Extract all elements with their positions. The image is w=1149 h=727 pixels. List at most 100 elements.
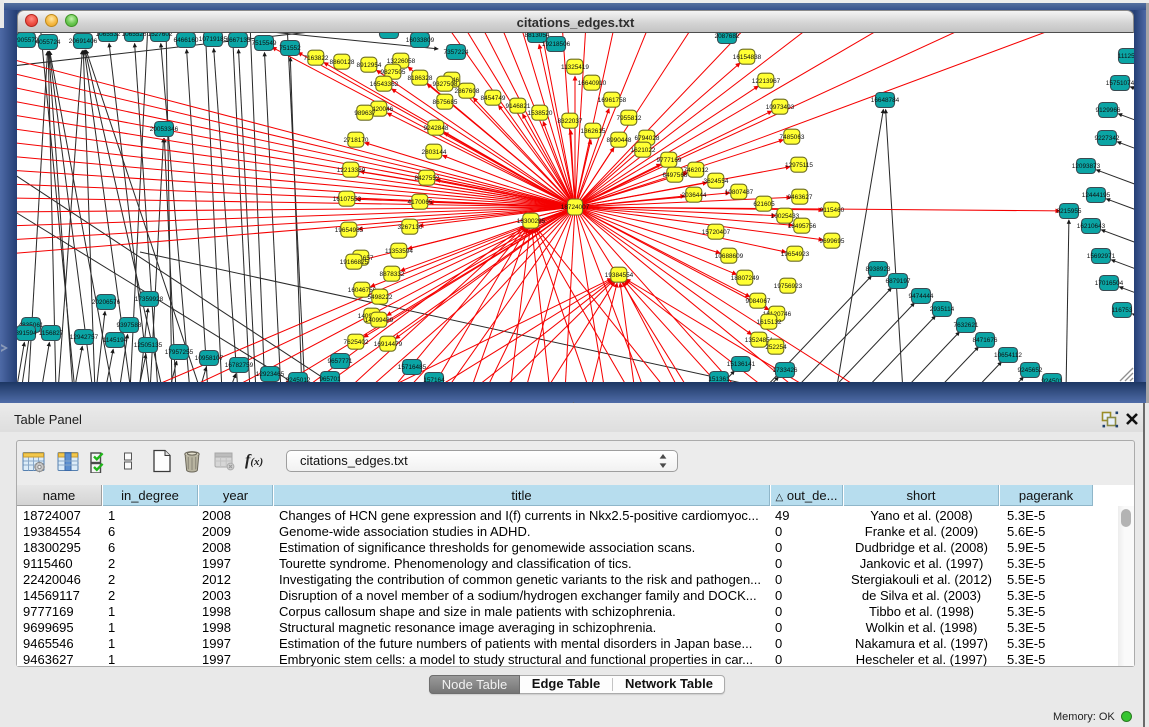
svg-text:15692971: 15692971 xyxy=(1087,253,1116,260)
svg-text:9474444: 9474444 xyxy=(909,293,934,300)
svg-text:391594: 391594 xyxy=(17,330,37,337)
svg-text:1667135: 1667135 xyxy=(226,37,251,44)
svg-text:8990448: 8990448 xyxy=(607,137,632,144)
svg-text:7515549: 7515549 xyxy=(252,40,277,47)
svg-text:3267130: 3267130 xyxy=(398,224,423,231)
svg-text:1145194: 1145194 xyxy=(103,337,128,344)
svg-text:7462012: 7462012 xyxy=(684,167,709,174)
svg-text:11353594: 11353594 xyxy=(385,248,413,255)
svg-text:9657771: 9657771 xyxy=(328,358,353,365)
svg-text:10958107: 10958107 xyxy=(195,355,224,362)
svg-text:16543362: 16543362 xyxy=(370,81,399,88)
svg-text:7632621: 7632621 xyxy=(954,322,979,329)
svg-text:8427552: 8427552 xyxy=(415,175,440,182)
svg-text:11325419: 11325419 xyxy=(561,64,589,71)
svg-text:19166825: 19166825 xyxy=(340,259,369,266)
svg-text:1362615: 1362615 xyxy=(581,128,606,135)
svg-text:8471676: 8471676 xyxy=(973,337,998,344)
svg-text:16640910: 16640910 xyxy=(578,80,607,87)
svg-text:8912954: 8912954 xyxy=(357,62,382,69)
svg-text:8878332: 8878332 xyxy=(380,271,405,278)
svg-text:1615132: 1615132 xyxy=(757,319,782,326)
svg-text:9777169: 9777169 xyxy=(657,157,682,164)
svg-text:6794028: 6794028 xyxy=(635,135,660,142)
svg-text:1156827: 1156827 xyxy=(39,330,64,337)
svg-text:8813054: 8813054 xyxy=(525,33,550,39)
svg-text:18300295: 18300295 xyxy=(517,218,546,225)
svg-text:14099489: 14099489 xyxy=(365,317,394,324)
svg-text:1065532: 1065532 xyxy=(96,33,121,38)
svg-text:9146821: 9146821 xyxy=(506,103,531,110)
svg-text:151361: 151361 xyxy=(708,376,730,382)
svg-text:9242848: 9242848 xyxy=(424,125,449,132)
svg-text:8454749: 8454749 xyxy=(481,95,506,102)
svg-text:20053346: 20053346 xyxy=(150,126,179,133)
svg-text:18724007: 18724007 xyxy=(561,204,590,211)
svg-text:2087682: 2087682 xyxy=(715,33,740,40)
svg-text:751552: 751552 xyxy=(279,45,301,52)
svg-text:10807487: 10807487 xyxy=(725,189,754,196)
svg-text:6466160: 6466160 xyxy=(174,37,199,44)
svg-text:9115460: 9115460 xyxy=(820,207,845,214)
svg-text:8186328: 8186328 xyxy=(408,75,433,82)
svg-text:20691406: 20691406 xyxy=(69,38,98,45)
svg-text:17016504: 17016504 xyxy=(1095,280,1124,287)
svg-text:252254: 252254 xyxy=(765,344,787,351)
svg-text:5498222: 5498222 xyxy=(368,294,393,301)
svg-text:10688609: 10688609 xyxy=(715,253,744,260)
svg-text:18495756: 18495756 xyxy=(788,223,817,230)
svg-text:19654985: 19654985 xyxy=(335,227,364,234)
svg-text:12444195: 12444195 xyxy=(1082,192,1111,199)
svg-text:16154838: 16154838 xyxy=(733,54,762,61)
svg-text:2935114: 2935114 xyxy=(930,306,955,313)
svg-text:157164: 157164 xyxy=(423,377,445,382)
svg-text:10719185: 10719185 xyxy=(199,36,228,43)
svg-text:9397588: 9397588 xyxy=(117,322,142,329)
svg-text:9245012: 9245012 xyxy=(286,377,311,382)
svg-text:8215955: 8215955 xyxy=(1057,208,1082,215)
svg-text:924501: 924501 xyxy=(1041,378,1063,382)
svg-text:9084067: 9084067 xyxy=(746,298,771,305)
svg-text:18807249: 18807249 xyxy=(731,275,760,282)
svg-text:9245652: 9245652 xyxy=(1018,367,1043,374)
svg-text:19384554: 19384554 xyxy=(605,272,634,279)
svg-text:621605: 621605 xyxy=(753,201,775,208)
svg-text:8938923: 8938923 xyxy=(866,266,891,273)
svg-text:12505135: 12505135 xyxy=(134,342,163,349)
svg-text:10973493: 10973493 xyxy=(766,104,795,111)
svg-text:16914479: 16914479 xyxy=(374,341,403,348)
svg-text:20206576: 20206576 xyxy=(92,299,121,306)
svg-text:1527602: 1527602 xyxy=(148,33,173,38)
svg-text:15716485: 15716485 xyxy=(398,364,427,371)
svg-text:4055724: 4055724 xyxy=(36,39,61,46)
svg-text:17359928: 17359928 xyxy=(135,296,164,303)
svg-text:4170065: 4170065 xyxy=(408,199,433,206)
svg-text:1065526: 1065526 xyxy=(122,33,147,38)
svg-text:16961758: 16961758 xyxy=(598,97,627,104)
svg-text:8860128: 8860128 xyxy=(330,59,355,66)
svg-text:2867608: 2867608 xyxy=(455,88,480,95)
svg-text:16033809: 16033809 xyxy=(406,37,435,44)
svg-text:989637: 989637 xyxy=(354,110,376,117)
svg-text:12213967: 12213967 xyxy=(752,78,781,85)
svg-text:15751074: 15751074 xyxy=(1106,80,1134,87)
svg-text:2803144: 2803144 xyxy=(422,149,447,156)
svg-text:9327508: 9327508 xyxy=(433,81,458,88)
svg-text:16210643: 16210643 xyxy=(1077,223,1106,230)
svg-text:160338: 160338 xyxy=(378,33,400,35)
svg-text:7357224: 7357224 xyxy=(444,49,469,56)
svg-text:8322037: 8322037 xyxy=(558,118,583,125)
svg-text:19218506: 19218506 xyxy=(542,41,571,48)
svg-text:17957255: 17957255 xyxy=(165,349,194,356)
svg-text:2036444: 2036444 xyxy=(682,192,707,199)
svg-text:8675685: 8675685 xyxy=(433,99,458,106)
svg-text:9227342: 9227342 xyxy=(1095,135,1120,142)
svg-text:12093873: 12093873 xyxy=(1072,163,1101,170)
svg-text:12923465: 12923465 xyxy=(256,371,285,378)
svg-text:19756923: 19756923 xyxy=(774,283,803,290)
svg-text:9129966: 9129966 xyxy=(1096,107,1121,114)
svg-text:19654923: 19654923 xyxy=(781,251,810,258)
svg-text:15136141: 15136141 xyxy=(727,361,756,368)
svg-text:12975115: 12975115 xyxy=(785,162,813,169)
svg-text:9463627: 9463627 xyxy=(788,194,813,201)
